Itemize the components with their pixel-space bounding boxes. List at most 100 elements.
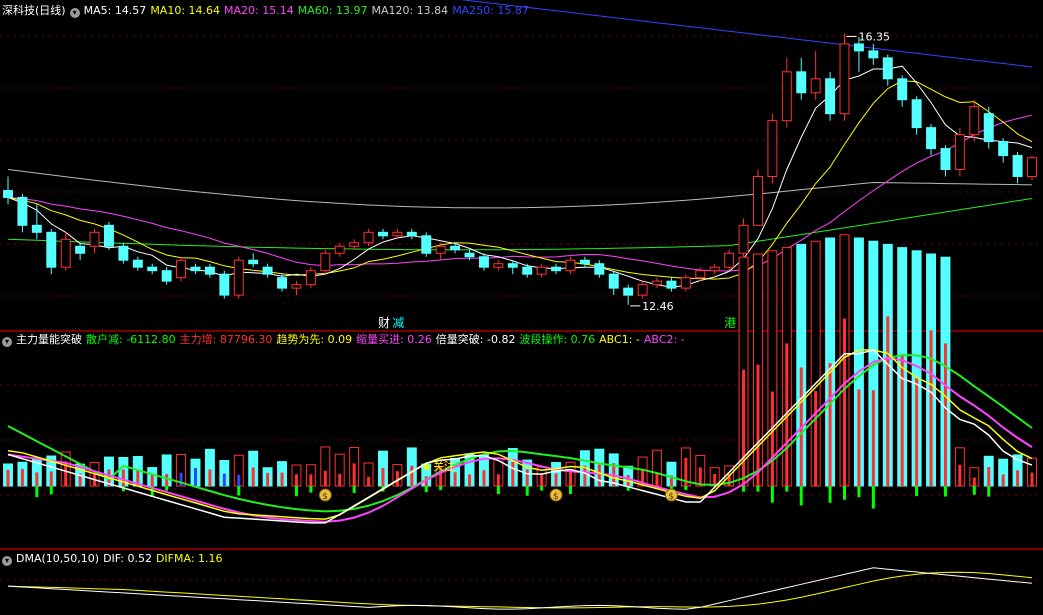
wave-line: [7, 354, 1033, 513]
chevron-down-icon[interactable]: ▾: [69, 8, 80, 18]
retail-bar: [972, 486, 976, 495]
retail-bar: [49, 486, 53, 495]
main-force-bar: [20, 468, 24, 486]
main-force-bar: [915, 377, 919, 486]
retail-bar: [684, 486, 688, 491]
stock-chart[interactable]: 16.3512.46财减港$$$$★关注: [0, 0, 1043, 615]
candle-body: [579, 259, 590, 265]
main-force-bar: [251, 467, 255, 486]
main-panel-header: 深科技(日线) ▾ MA5: 14.57 MA10: 14.64 MA20: 15.14…: [2, 3, 537, 19]
main-force-bar: [309, 474, 313, 486]
low-price-label: 12.46: [642, 300, 674, 313]
candle-body: [652, 280, 662, 286]
retail-bar: [770, 486, 774, 503]
main-force-bar: [568, 472, 572, 486]
money-bag-symbol: $: [668, 492, 674, 502]
main-force-bar: [338, 473, 342, 486]
main-force-bar: [958, 464, 962, 486]
retail-bar: [352, 486, 356, 493]
main-force-bar: [871, 390, 875, 486]
main-force-bar: [193, 467, 197, 486]
dma-legend-item-value-1: 1.16: [198, 552, 223, 565]
candle-body: [536, 266, 547, 275]
candle-body: [926, 127, 937, 150]
chevron-down-icon[interactable]: ▾: [2, 337, 12, 347]
breakout-line: [7, 349, 1033, 524]
candle-body: [3, 189, 13, 198]
candle-body: [320, 252, 331, 272]
money-bag-symbol: $: [553, 492, 559, 502]
ma20-line: [7, 114, 1033, 272]
indicator-legend: 散户减: -6112.80 主力增: 87796.30 趋势为先: 0.09 缩量买进…: [86, 333, 689, 346]
candle-body: [753, 175, 763, 226]
candle-body: [868, 50, 879, 59]
retail-bar: [525, 486, 529, 496]
candle-body: [796, 71, 807, 94]
retail-bar: [424, 486, 428, 493]
candle-body: [551, 266, 562, 272]
candle-body: [738, 224, 749, 254]
candle-body: [161, 270, 172, 282]
main-force-bar: [1016, 470, 1020, 486]
candle-body: [695, 270, 706, 279]
candle-body: [940, 148, 951, 171]
ma-legend-item-3: MA60: 13.97: [297, 4, 368, 17]
main-force-bar: [929, 330, 933, 486]
main-force-bar: [237, 474, 241, 486]
candle-body: [46, 231, 57, 268]
indicator-legend-item-value-6: -: [635, 333, 640, 346]
difma-line: [7, 571, 1033, 609]
candle-body: [493, 263, 504, 268]
ma120-line: [7, 169, 1033, 209]
main-force-bar: [987, 467, 991, 486]
event-marker: 减: [392, 316, 404, 330]
chevron-down-icon[interactable]: ▾: [2, 556, 12, 566]
ma-legend-item-2: MA20: 15.14: [224, 4, 294, 17]
ma-legend-item-value-0: 14.57: [114, 4, 147, 17]
trend-line: [7, 349, 1033, 520]
candle-body: [781, 71, 792, 122]
candle-body: [969, 106, 980, 136]
ma-legend-item-value-4: 13.84: [416, 4, 449, 17]
main-force-bar: [323, 470, 327, 486]
candle-body: [522, 266, 533, 275]
indicator-legend-item-5: 波段操作: 0.76: [519, 333, 596, 346]
event-marker: 财: [378, 316, 390, 330]
candle-body: [594, 263, 605, 275]
main-force-bar: [597, 464, 601, 486]
attention-label: 关注: [433, 459, 455, 473]
candle-body: [623, 287, 634, 296]
main-panel-title: 深科技(日线): [2, 4, 66, 17]
retail-bar: [756, 486, 760, 492]
main-force-bar: [770, 391, 774, 486]
indicator-legend-item-value-1: 87796.30: [219, 333, 273, 346]
retail-bar: [439, 486, 443, 491]
retail-bar: [237, 486, 241, 496]
main-force-bar: [381, 467, 385, 486]
candle-body: [911, 99, 922, 129]
candle-body: [608, 273, 619, 289]
candle-body: [219, 273, 230, 296]
main-force-bar: [280, 472, 284, 486]
event-marker: 港: [724, 316, 736, 330]
candle-body: [349, 242, 360, 247]
main-force-bar: [222, 473, 226, 486]
retail-bar: [987, 486, 991, 497]
main-force-bar: [352, 463, 356, 486]
main-force-bar: [35, 472, 39, 486]
candle-body: [147, 266, 158, 272]
dma-panel-header: ▾ DMA(10,50,10) DIF: 0.52 DIFMA: 1.16: [2, 551, 231, 567]
candle-body: [291, 284, 302, 289]
main-force-bar: [1001, 474, 1005, 486]
candle-body: [983, 113, 994, 143]
candle-body: [75, 245, 86, 254]
ma-legend-item-value-5: 15.87: [497, 4, 529, 17]
candle-body: [406, 231, 417, 237]
retail-bar: [496, 486, 500, 495]
candle-body: [421, 235, 432, 254]
main-force-bar: [266, 472, 270, 486]
candle-body: [954, 134, 965, 171]
candle-body: [118, 245, 129, 261]
candle-body: [378, 231, 388, 237]
main-force-bar: [49, 471, 53, 486]
